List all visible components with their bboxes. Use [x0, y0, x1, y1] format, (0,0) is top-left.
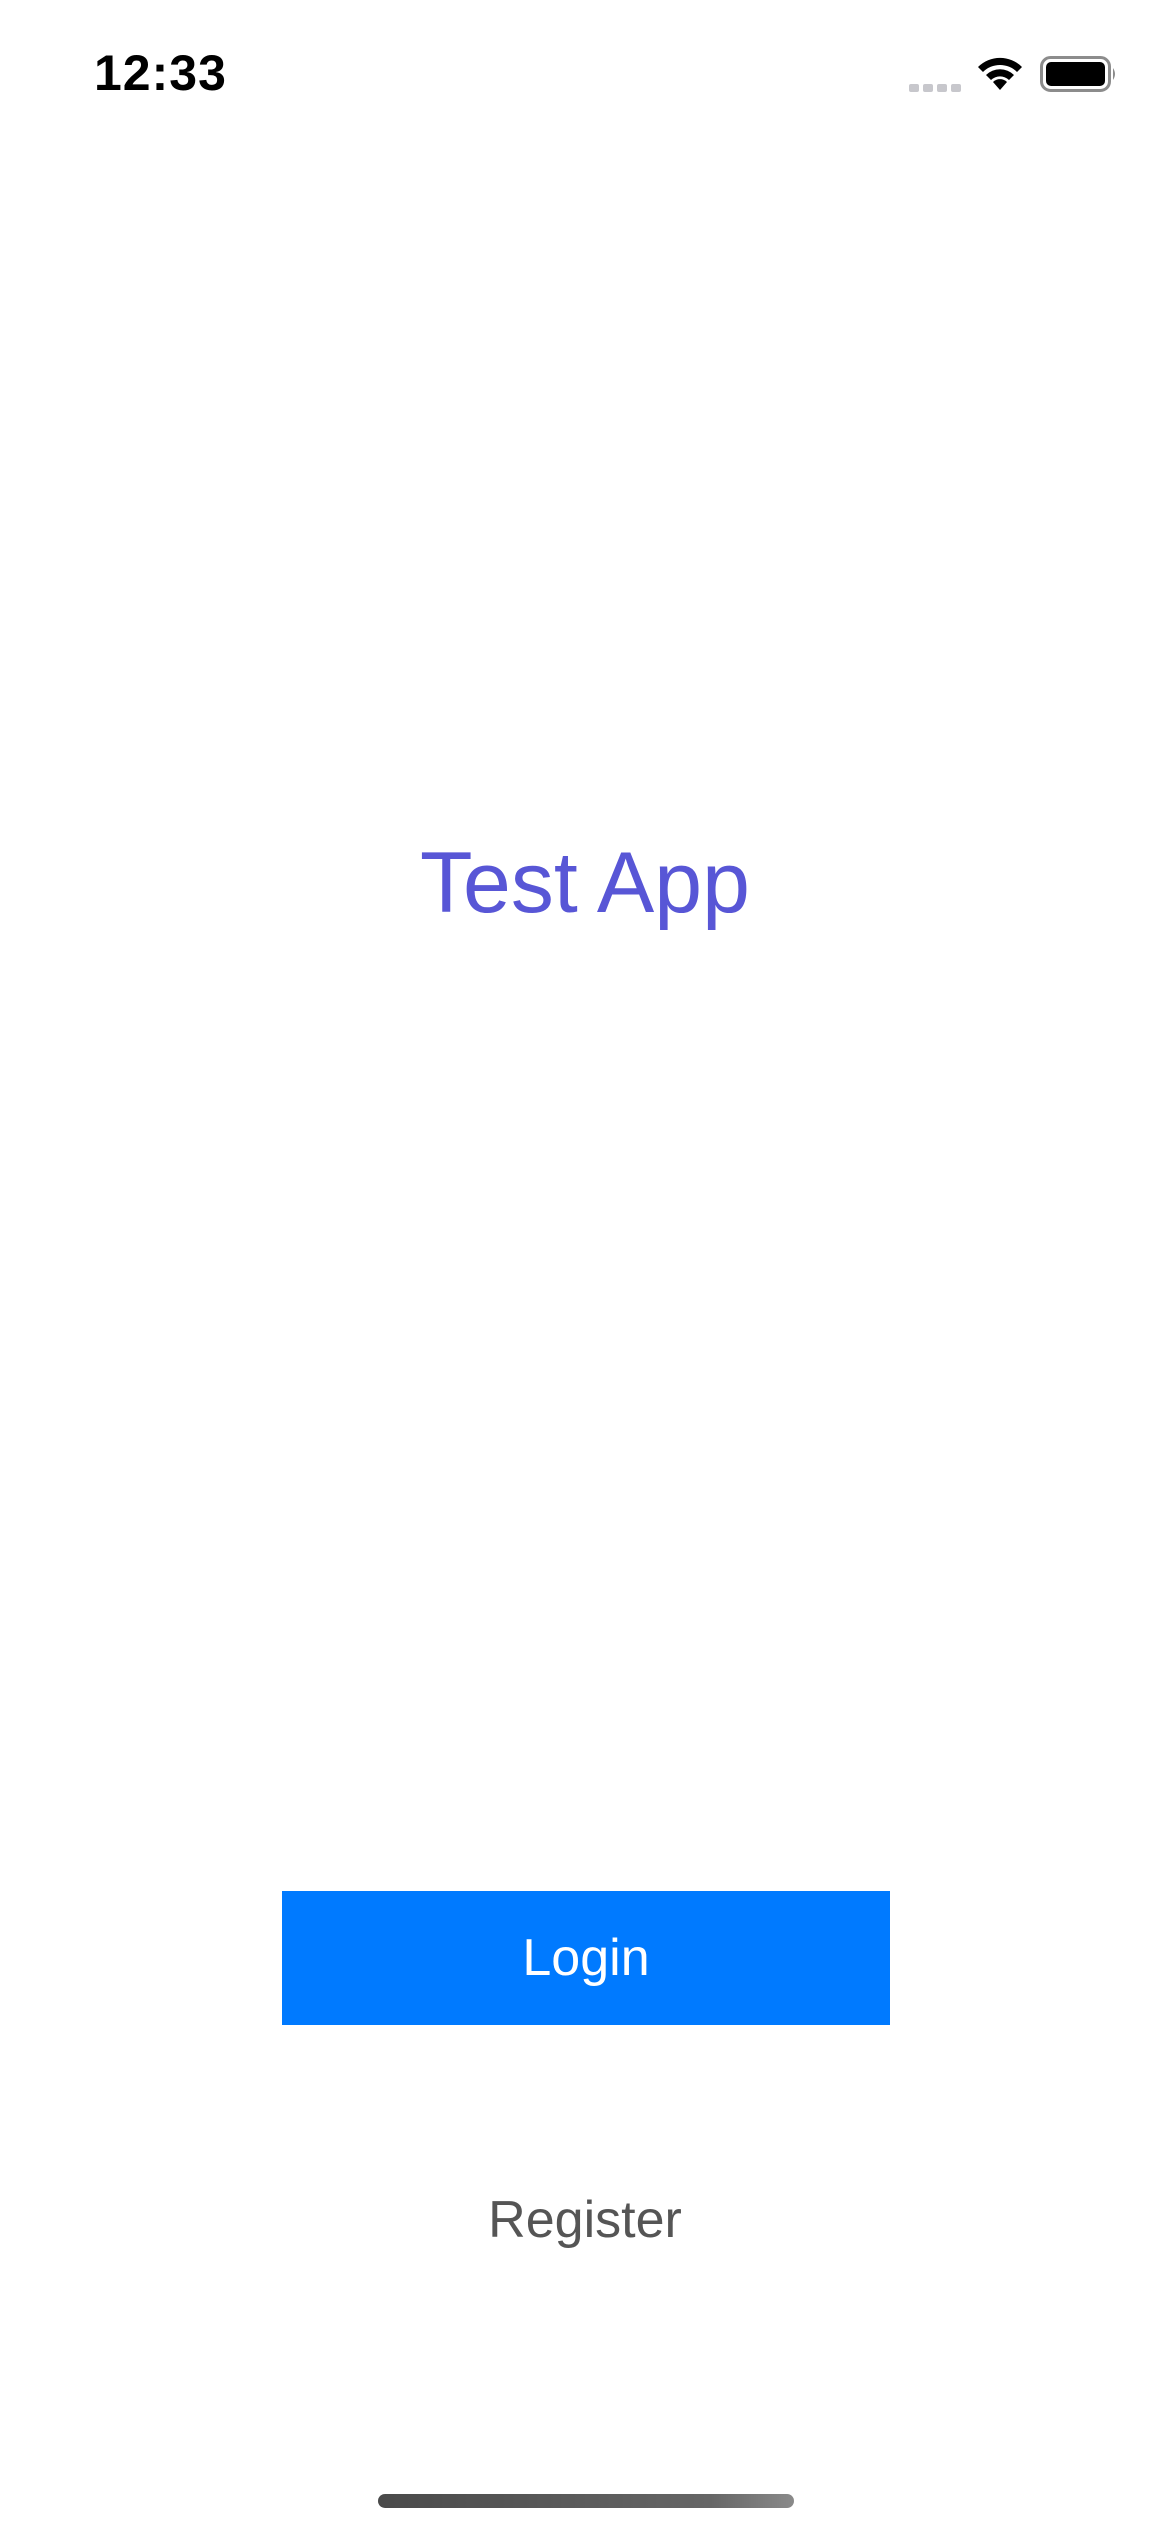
app-title: Test App: [420, 835, 750, 931]
battery-icon: [1040, 56, 1115, 92]
status-bar: 12:33: [0, 0, 1170, 150]
login-button-label: Login: [522, 1929, 650, 1987]
home-indicator[interactable]: [378, 2494, 794, 2508]
status-time: 12:33: [94, 45, 227, 101]
login-button[interactable]: Login: [282, 1891, 890, 2025]
wifi-icon: [978, 57, 1022, 90]
register-button-label: Register: [488, 2191, 682, 2249]
cellular-signal-icon: [909, 84, 961, 92]
register-button[interactable]: Register: [435, 2180, 735, 2260]
